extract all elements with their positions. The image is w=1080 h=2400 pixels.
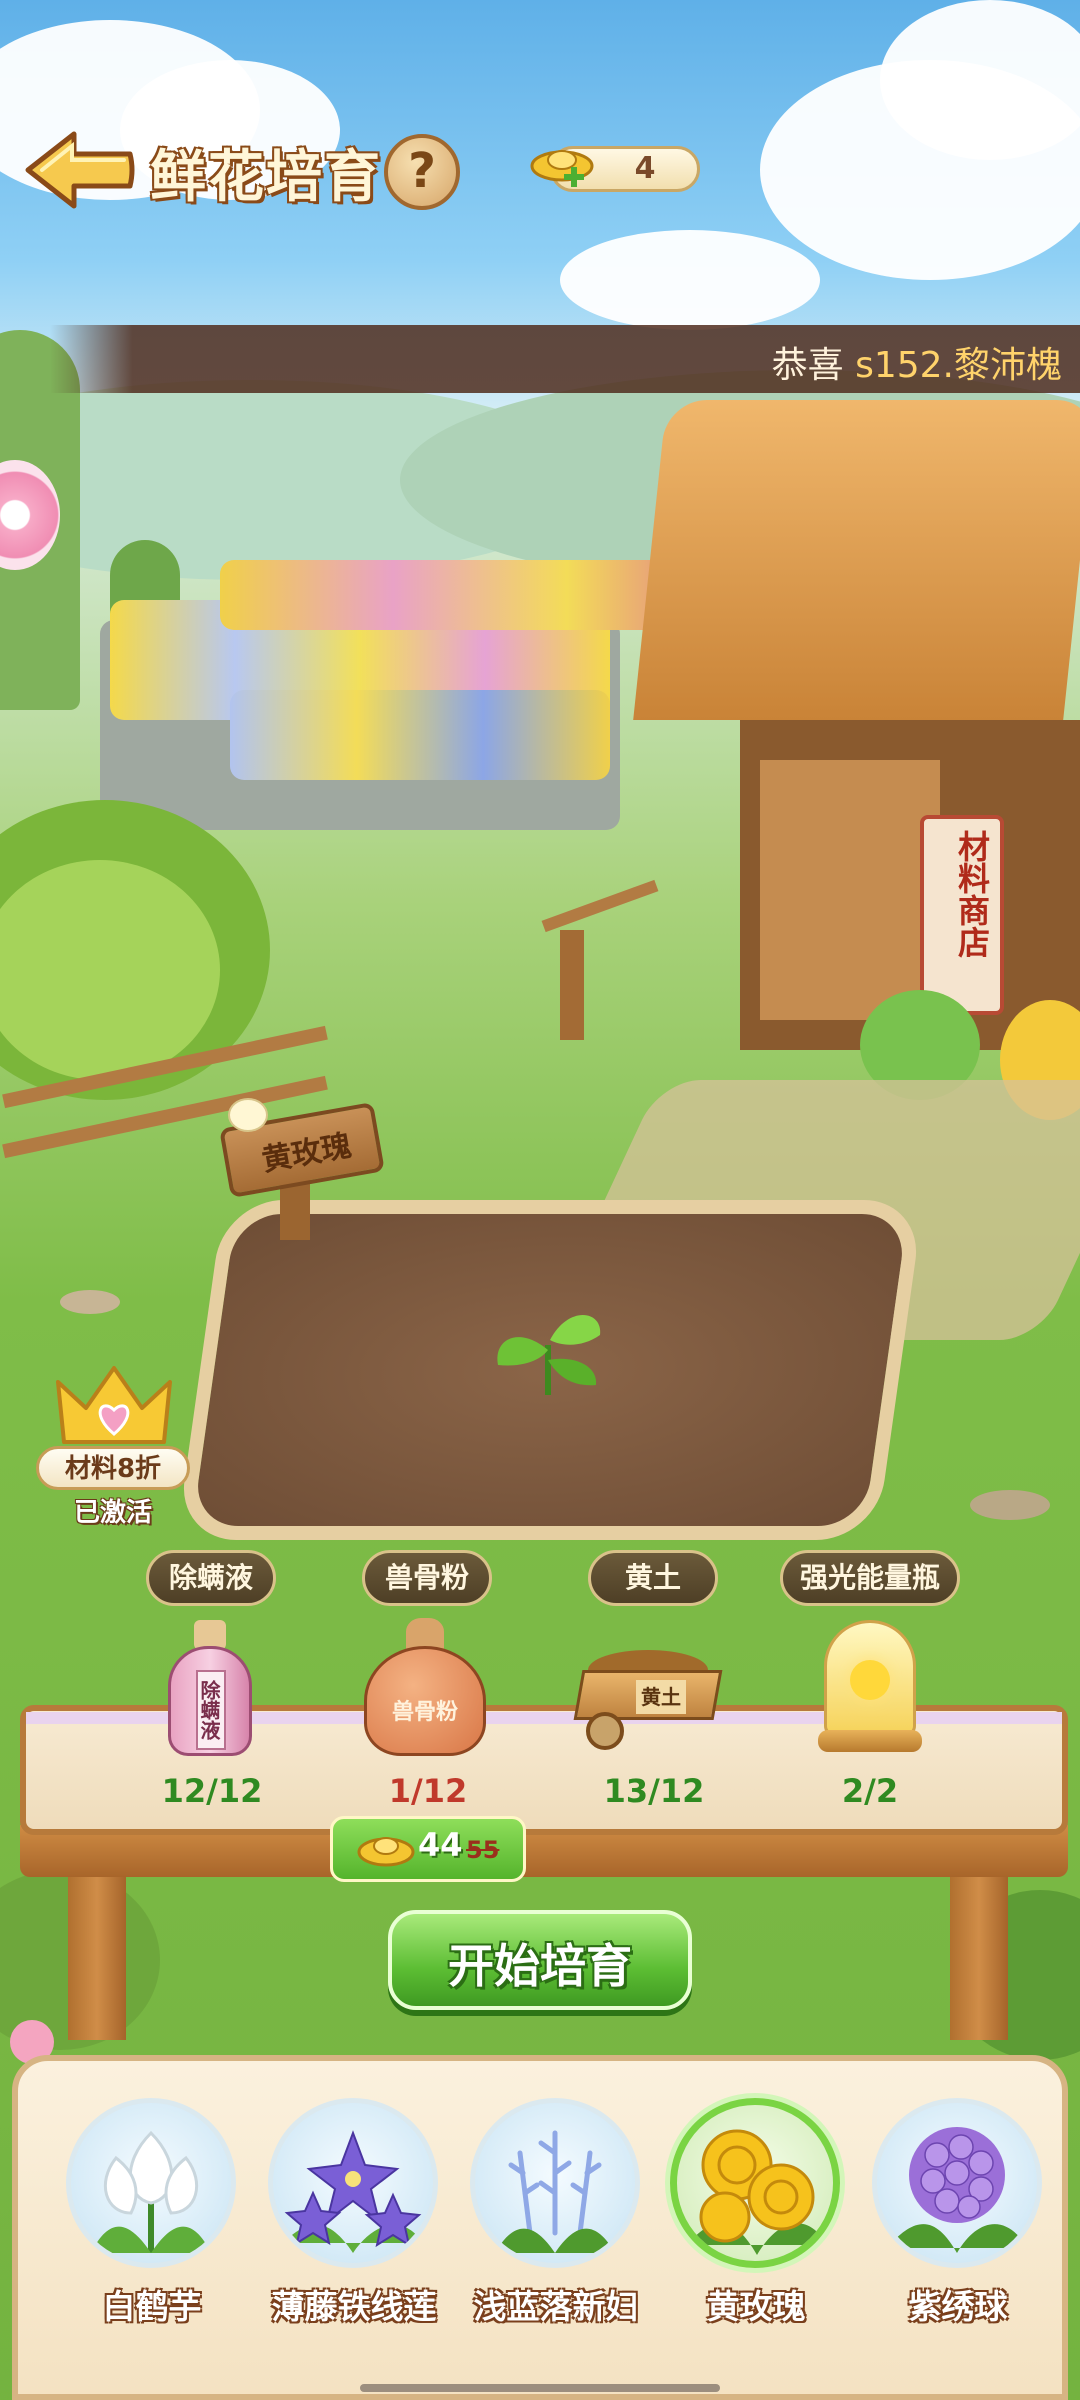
table-leg [950,1870,1008,2040]
material-label-yellow-soil: 黄土 [588,1550,718,1606]
material-label-bone-powder: 兽骨粉 [362,1550,492,1606]
discount-status: 已激活 [73,1498,152,1528]
material-count-light-bottle: 2/2 [841,1772,899,1810]
astilbe-icon [470,2098,640,2268]
material-label-light-bottle: 强光能量瓶 [780,1550,960,1606]
bone-powder-sack-label: 兽骨粉 [391,1700,458,1725]
spray-bottle-label: 除螨液 [196,1670,226,1750]
start-cultivation-label: 开始培育 [448,1939,632,1993]
crown-icon [56,1366,172,1444]
sun-jar-icon[interactable] [818,1620,922,1760]
soil-cart-icon[interactable]: 黄土 [573,1640,734,1760]
gold-ingot-icon [357,1837,415,1867]
flower-option-clematis[interactable]: 薄藤铁线莲 [266,2098,446,2328]
flower-name: 浅蓝落新妇 [473,2287,639,2326]
flower-option-yellow-rose[interactable]: 黄玫瑰 [668,2098,848,2328]
clematis-icon [268,2098,438,2268]
yellow-rose-icon [670,2098,840,2268]
flower-option-peace-lily[interactable]: 白鹤芋 [64,2098,244,2328]
shop-sign[interactable]: 材料商店 [932,830,992,958]
material-count-bone-powder: 1/12 [388,1772,468,1810]
cost-value: 44 [418,1826,463,1864]
spray-bottle-icon[interactable]: 除螨液 [160,1620,260,1760]
announcement-text: 恭喜 s152.黎沛槐 [772,336,1062,388]
flower-name: 薄藤铁线莲 [271,2287,437,2326]
announcement-player: s152.黎沛槐 [855,345,1062,386]
sprout-icon [497,1315,601,1395]
soil-cart-label: 黄土 [636,1680,686,1714]
hydrangea-icon [872,2098,1042,2268]
home-indicator[interactable] [360,2384,720,2392]
bone-powder-sack-icon[interactable]: 兽骨粉 [360,1618,490,1758]
flower-name: 白鹤芋 [102,2287,202,2326]
back-arrow-icon[interactable] [24,130,136,210]
material-count-mite-spray: 12/12 [161,1772,263,1810]
flower-option-astilbe[interactable]: 浅蓝落新妇 [468,2098,648,2328]
flower-name: 紫绣球 [908,2287,1008,2326]
material-label-mite-spray: 除螨液 [146,1550,276,1606]
peace-lily-icon [66,2098,236,2268]
discount-label: 材料8折 [64,1454,162,1484]
chick-icon [228,1098,268,1132]
page-title: 鲜花培育 [150,145,382,210]
table-leg [68,1870,126,2040]
gold-amount: 4 [634,151,656,186]
flower-option-hydrangea[interactable]: 紫绣球 [870,2098,1050,2328]
cost-original: 55 [466,1836,500,1864]
material-count-yellow-soil: 13/12 [603,1772,705,1810]
announcement-prefix: 恭喜 [771,345,844,386]
flower-name: 黄玫瑰 [706,2287,806,2326]
help-button[interactable]: ? [384,134,460,210]
add-gold-icon[interactable] [528,140,598,196]
